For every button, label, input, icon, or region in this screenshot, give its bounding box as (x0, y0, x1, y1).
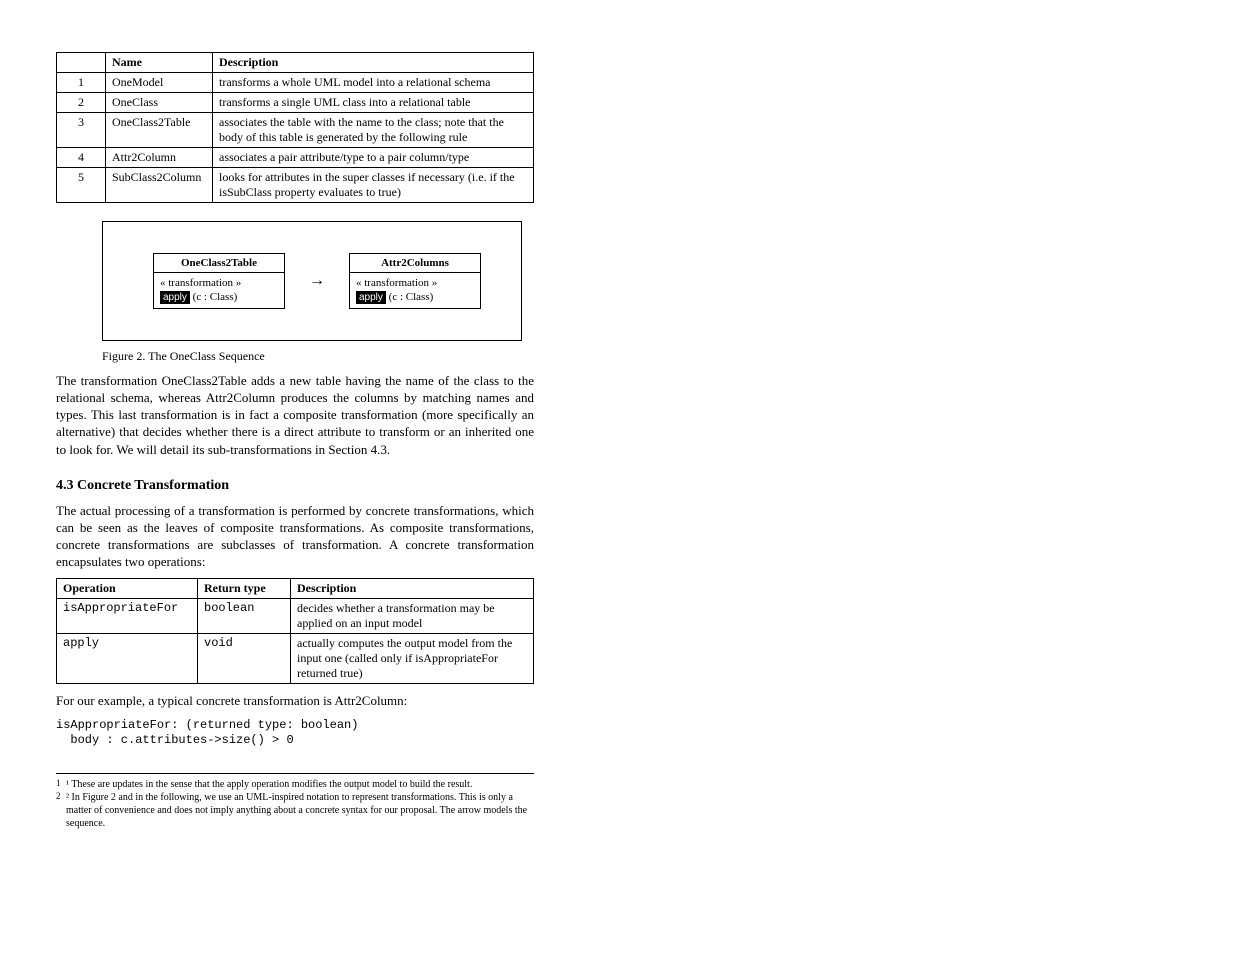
paragraph: The transformation OneClass2Table adds a… (56, 372, 534, 458)
footnote-separator (56, 773, 534, 774)
class-box-right: Attr2Columns « transformation » apply (c… (349, 253, 481, 310)
t1-head-index (57, 53, 106, 73)
paragraph: The actual processing of a transformatio… (56, 502, 534, 571)
figure-2-caption: Figure 2. The OneClass Sequence (102, 349, 534, 364)
table-row: apply void actually computes the output … (57, 634, 534, 684)
class-box-left: OneClass2Table « transformation » apply … (153, 253, 285, 310)
apply-keyword: apply (160, 291, 190, 304)
table-2: Operation Return type Description isAppr… (56, 578, 534, 684)
table-row: 2 OneClass transforms a single UML class… (57, 93, 534, 113)
table-row: isAppropriateFor boolean decides whether… (57, 599, 534, 634)
stereotype: « transformation » (160, 277, 278, 291)
footnote-1: 1¹ These are updates in the sense that t… (56, 778, 472, 791)
t2-head-op: Operation (57, 579, 198, 599)
table-row: 4 Attr2Column associates a pair attribut… (57, 148, 534, 168)
section-4-3-title: 4.3 Concrete Transformation (56, 478, 534, 494)
t1-head-name: Name (106, 53, 213, 73)
table-row: 1 OneModel transforms a whole UML model … (57, 73, 534, 93)
figure-2: OneClass2Table « transformation » apply … (102, 221, 522, 341)
t2-head-ret: Return type (198, 579, 291, 599)
t1-head-desc: Description (213, 53, 534, 73)
apply-keyword: apply (356, 291, 386, 304)
class-title: Attr2Columns (350, 254, 480, 273)
stereotype: « transformation » (356, 277, 474, 291)
class-title: OneClass2Table (154, 254, 284, 273)
footnote-2: 2² In Figure 2 and in the following, we … (56, 791, 534, 830)
t2-head-desc: Description (291, 579, 534, 599)
paragraph: For our example, a typical concrete tran… (56, 692, 534, 709)
table-1: Name Description 1 OneModel transforms a… (56, 52, 534, 203)
table-row: 5 SubClass2Column looks for attributes i… (57, 168, 534, 203)
apply-args: (c : Class) (193, 291, 238, 303)
arrow-icon: → (309, 272, 325, 290)
code-block: isAppropriateFor: (returned type: boolea… (56, 718, 534, 750)
table-row: 3 OneClass2Table associates the table wi… (57, 113, 534, 148)
apply-args: (c : Class) (389, 291, 434, 303)
